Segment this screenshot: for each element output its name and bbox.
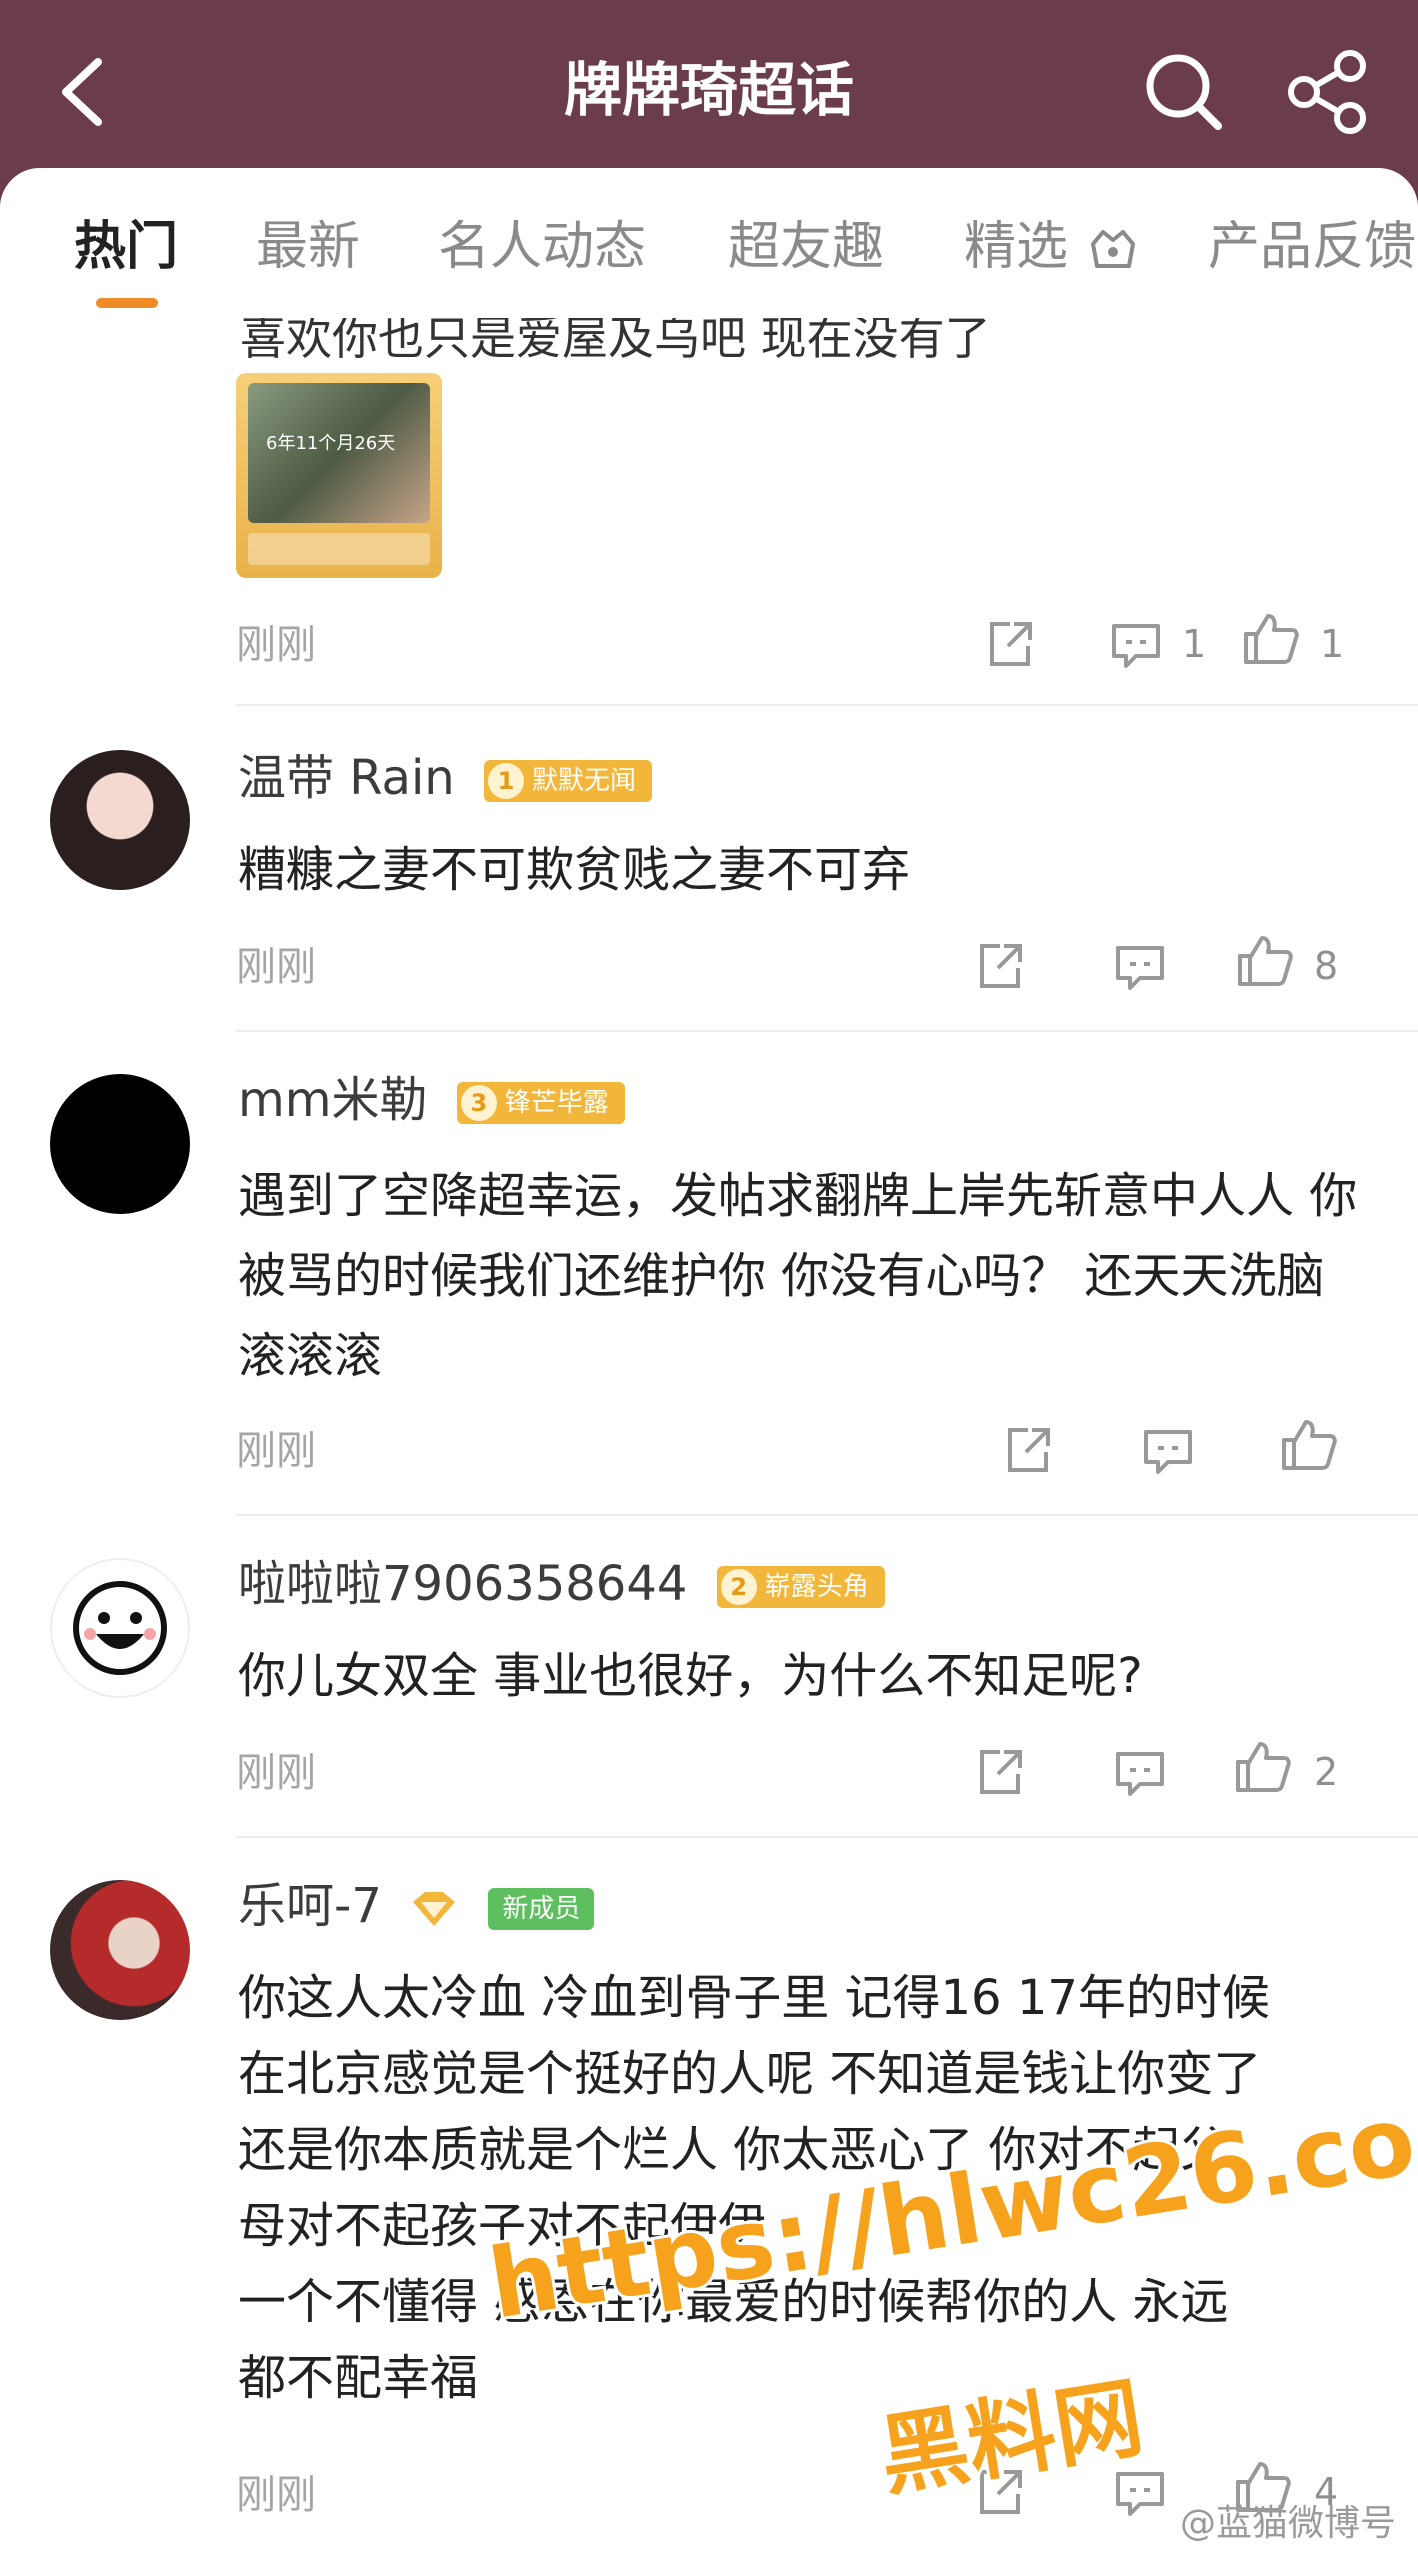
- badge-label: 默默无闻: [532, 766, 637, 796]
- like-icon[interactable]: [1234, 930, 1294, 990]
- repost-icon[interactable]: [980, 614, 1040, 674]
- comment-1-text: 糟糠之妻不可欺贫贱之妻不可弃: [238, 842, 911, 898]
- avatar[interactable]: [50, 750, 190, 890]
- badge-level: 1: [488, 763, 524, 799]
- badge-label: 崭露头角: [764, 1572, 869, 1602]
- active-tab-indicator: [96, 298, 158, 308]
- like-icon[interactable]: [1240, 608, 1300, 668]
- crown-icon: [413, 1892, 456, 1926]
- post-image[interactable]: 6年11个月26天: [236, 373, 442, 578]
- like-count: 8: [1314, 944, 1339, 988]
- avatar[interactable]: [50, 1074, 190, 1214]
- tab-featured-label: 精选: [964, 217, 1069, 277]
- repost-icon[interactable]: [970, 2462, 1030, 2522]
- comment-2-text: 遇到了空降超幸运，发帖求翻牌上岸先斩意中人人 你被骂的时候我们还维护你 你没有心…: [238, 1168, 1358, 1384]
- tab-celebrity-news[interactable]: 名人动态: [438, 212, 646, 282]
- like-icon[interactable]: [1232, 1736, 1292, 1796]
- username: mm米勒: [238, 1072, 428, 1128]
- comment-4-username[interactable]: 乐呵-7 新成员: [238, 1876, 595, 1936]
- badge-level: 2: [720, 1569, 757, 1605]
- new-member-badge: 新成员: [488, 1888, 595, 1930]
- divider: [236, 1030, 1418, 1032]
- username: 乐呵-7: [238, 1878, 382, 1934]
- share-icon[interactable]: [1278, 42, 1378, 142]
- comment-4-line: 还是你本质就是个烂人 你太恶心了 你对不起父: [238, 2122, 1229, 2178]
- comment-2-username[interactable]: mm米勒 3 锋芒毕露: [238, 1070, 625, 1130]
- comment-4-line: 一个不懂得 感恩在你最爱的时候帮你的人 永远: [238, 2274, 1229, 2330]
- tab-hot[interactable]: 热门: [74, 212, 178, 282]
- like-count: 1: [1320, 622, 1345, 666]
- comment-3-text: 你儿女双全 事业也很好，为什么不知足呢?: [238, 1648, 1143, 1704]
- comment-4-time: 刚刚: [236, 2472, 316, 2518]
- tab-featured[interactable]: 精选: [964, 212, 1141, 282]
- avatar[interactable]: [50, 1880, 190, 2020]
- fan-level-badge: 3 锋芒毕露: [456, 1082, 625, 1124]
- divider: [236, 1514, 1418, 1516]
- post-image-strip: [248, 533, 430, 565]
- badge-label: 锋芒毕露: [504, 1088, 609, 1118]
- username: 啦啦啦7906358644: [238, 1556, 688, 1612]
- comment-icon[interactable]: [1110, 936, 1170, 996]
- comment-4-line: 都不配幸福: [238, 2350, 479, 2406]
- repost-icon[interactable]: [998, 1420, 1058, 1480]
- featured-icon: [1090, 230, 1135, 268]
- avatar[interactable]: [50, 1558, 190, 1698]
- like-icon[interactable]: [1278, 1414, 1338, 1474]
- comment-1-time: 刚刚: [236, 944, 316, 990]
- comment-1-username[interactable]: 温带 Rain 1 默默无闻: [238, 748, 653, 808]
- comment-4-line: 你这人太冷血 冷血到骨子里 记得16 17年的时候: [238, 1970, 1270, 2026]
- repost-icon[interactable]: [970, 1742, 1030, 1802]
- tab-feedback[interactable]: 产品反馈: [1208, 212, 1416, 282]
- comment-2-time: 刚刚: [236, 1428, 316, 1474]
- username: 温带 Rain: [238, 750, 455, 806]
- badge-level: 3: [460, 1085, 497, 1121]
- tab-bar: 热门 最新 名人动态 超友趣 精选 产品反馈: [0, 168, 1418, 318]
- tab-super-fun[interactable]: 超友趣: [728, 212, 884, 282]
- comment-4-line: 母对不起孩子对不起伊伊: [238, 2198, 767, 2254]
- post-image-caption: 6年11个月26天: [266, 433, 396, 454]
- post-time: 刚刚: [236, 622, 316, 668]
- comment-4-line: 在北京感觉是个挺好的人呢 不知道是钱让你变了: [238, 2046, 1262, 2102]
- like-count: 2: [1314, 1750, 1339, 1794]
- weibo-credit: @蓝猫微博号: [1179, 2503, 1396, 2544]
- comment-icon[interactable]: [1110, 1742, 1170, 1802]
- tab-latest[interactable]: 最新: [256, 212, 360, 282]
- top-bar: 牌牌琦超话: [0, 0, 1418, 180]
- fan-level-badge: 1 默默无闻: [484, 760, 653, 802]
- comment-count: 1: [1182, 622, 1207, 666]
- comment-icon[interactable]: [1106, 614, 1166, 674]
- search-icon[interactable]: [1134, 42, 1234, 142]
- feed-card: 热门 最新 名人动态 超友趣 精选 产品反馈 喜欢你也只是爱屋及乌吧 现在没有了…: [0, 168, 1418, 2560]
- comment-3-time: 刚刚: [236, 1750, 316, 1796]
- divider: [236, 704, 1418, 706]
- comment-icon[interactable]: [1110, 2462, 1170, 2522]
- divider: [236, 1836, 1418, 1838]
- fan-level-badge: 2 崭露头角: [716, 1566, 885, 1608]
- comment-3-username[interactable]: 啦啦啦7906358644 2 崭露头角: [238, 1554, 885, 1614]
- comment-icon[interactable]: [1138, 1420, 1198, 1480]
- repost-icon[interactable]: [970, 936, 1030, 996]
